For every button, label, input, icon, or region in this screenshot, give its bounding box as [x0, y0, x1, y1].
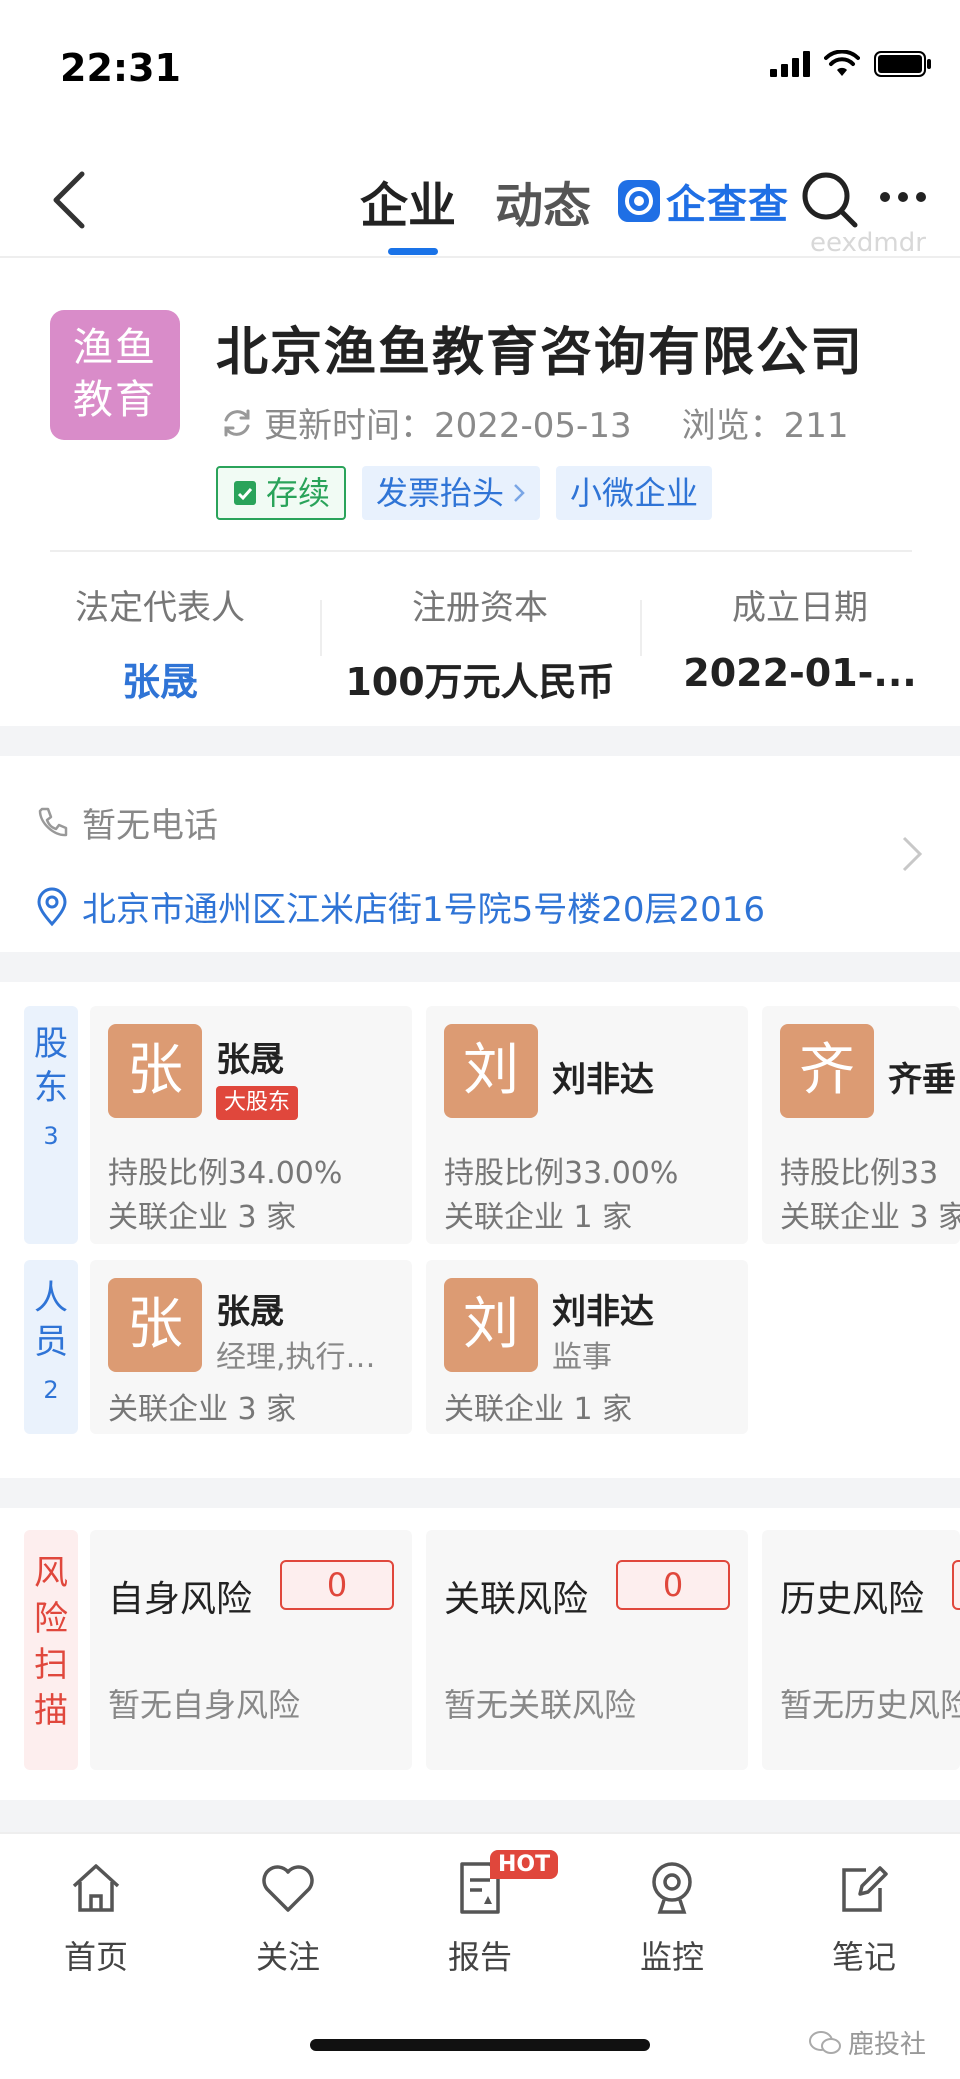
company-header: 渔鱼 教育 北京渔鱼教育咨询有限公司 更新时间：2022-05-13 浏览：21… — [0, 258, 960, 726]
location-pin-icon — [37, 887, 67, 926]
avatar: 张 — [108, 1278, 202, 1372]
company-stats: 法定代表人 张晟 注册资本 100万元人民币 成立日期 2022-01-... — [0, 568, 960, 704]
avatar: 张 — [108, 1024, 202, 1118]
tab-news[interactable]: 动态 — [495, 166, 591, 236]
nav-monitor[interactable]: 监控 — [612, 1858, 732, 1978]
risk-scan-section: 风 险 扫 描 自身风险 0 暂无自身风险 关联风险 0 暂无关联风险 历史风险… — [0, 1508, 960, 1788]
status-bar: 22:31 — [0, 0, 960, 140]
shareholder-name[interactable]: 齐垂 — [888, 1052, 956, 1101]
stat-registered-capital: 注册资本 100万元人民币 — [320, 568, 640, 704]
section-separator — [0, 1800, 960, 1832]
cellular-signal-icon — [770, 51, 810, 77]
personnel-card[interactable]: 刘 刘非达 监事 关联企业 1 家 — [426, 1260, 748, 1434]
brand-logo: 企查查 — [618, 172, 789, 230]
share-ratio: 持股比例33.00% — [444, 1156, 679, 1191]
address-text[interactable]: 北京市通州区江米店街1号院5号楼20层2016 — [82, 882, 765, 931]
status-icons — [770, 50, 932, 78]
wechat-watermark: 鹿投社 — [808, 2024, 926, 2061]
tab-enterprise[interactable]: 企业 — [360, 166, 456, 236]
status-time: 22:31 — [60, 46, 181, 90]
chevron-right-icon[interactable] — [900, 834, 924, 874]
small-business-tag: 小微企业 — [556, 466, 713, 520]
shareholders-side-label[interactable]: 股 东 3 — [24, 1006, 78, 1244]
home-icon — [72, 1864, 120, 1912]
personnel-side-label[interactable]: 人 员 2 — [24, 1260, 78, 1434]
section-separator — [0, 952, 960, 982]
nav-notes[interactable]: 笔记 — [804, 1858, 924, 1978]
shareholders-section: 股 东 3 张 张晟 大股东 持股比例34.00% 关联企业 3 家 刘 刘非达… — [0, 982, 960, 1452]
qcc-logo-icon — [618, 180, 660, 222]
avatar: 刘 — [444, 1024, 538, 1118]
shareholder-name[interactable]: 张晟 — [216, 1032, 284, 1081]
legal-rep-link[interactable]: 张晟 — [0, 651, 320, 706]
stat-legal-rep[interactable]: 法定代表人 张晟 — [0, 568, 320, 704]
watermark: eexdmdr — [810, 228, 926, 258]
more-icon[interactable] — [880, 192, 926, 202]
divider — [50, 550, 912, 552]
top-nav: 企业 动态 企查查 eexdmdr — [0, 140, 960, 258]
risk-card-history[interactable]: 历史风险 0 暂无历史风险 — [762, 1530, 960, 1770]
status-tag: 存续 — [216, 466, 347, 520]
refresh-icon — [224, 409, 250, 436]
company-logo: 渔鱼 教育 — [50, 310, 180, 440]
risk-card-self[interactable]: 自身风险 0 暂无自身风险 — [90, 1530, 412, 1770]
share-ratio: 持股比例34.00% — [108, 1156, 343, 1191]
section-separator — [0, 726, 960, 756]
home-indicator[interactable] — [310, 2039, 650, 2051]
status-doc-icon — [234, 481, 256, 505]
camera-monitor-icon — [652, 1862, 692, 1914]
risk-side-label[interactable]: 风 险 扫 描 — [24, 1530, 78, 1770]
avatar: 齐 — [780, 1024, 874, 1118]
related-companies[interactable]: 关联企业 3 家 — [780, 1192, 960, 1236]
active-tab-indicator — [388, 248, 438, 255]
wifi-icon — [824, 50, 860, 76]
invoice-title-tag[interactable]: 发票抬头 — [362, 466, 541, 520]
hot-badge: HOT — [490, 1850, 559, 1879]
battery-icon — [874, 51, 931, 77]
risk-card-related[interactable]: 关联风险 0 暂无关联风险 — [426, 1530, 748, 1770]
personnel-card[interactable]: 张 张晟 经理,执行董事 关联企业 3 家 — [90, 1260, 412, 1434]
address-row[interactable]: 北京市通州区江米店街1号院5号楼20层2016 — [34, 882, 765, 931]
major-shareholder-badge: 大股东 — [216, 1086, 299, 1120]
note-edit-icon — [842, 1866, 888, 1912]
related-companies[interactable]: 关联企业 1 家 — [444, 1384, 632, 1428]
share-ratio: 持股比例33 — [780, 1156, 939, 1191]
person-role: 经理,执行董事 — [216, 1340, 402, 1375]
contact-section[interactable]: 暂无电话 北京市通州区江米店街1号院5号楼20层2016 — [0, 756, 960, 952]
shareholder-card[interactable]: 张 张晟 大股东 持股比例34.00% 关联企业 3 家 — [90, 1006, 412, 1244]
avatar: 刘 — [444, 1278, 538, 1372]
related-companies[interactable]: 关联企业 3 家 — [108, 1384, 296, 1428]
heart-icon — [262, 1865, 314, 1912]
phone-icon — [38, 807, 68, 836]
back-chevron-icon[interactable] — [50, 170, 90, 230]
shareholder-card[interactable]: 刘 刘非达 持股比例33.00% 关联企业 1 家 — [426, 1006, 748, 1244]
company-name: 北京渔鱼教育咨询有限公司 — [216, 323, 865, 383]
company-tags: 存续 发票抬头 小微企业 — [216, 466, 713, 520]
person-name[interactable]: 刘非达 — [552, 1284, 654, 1333]
person-role: 监事 — [552, 1340, 612, 1375]
shareholder-name[interactable]: 刘非达 — [552, 1052, 654, 1101]
risk-count-badge: 0 — [280, 1560, 394, 1610]
nav-home[interactable]: 首页 — [36, 1858, 156, 1978]
risk-count-badge: 0 — [616, 1560, 730, 1610]
wechat-icon — [809, 2030, 841, 2054]
company-meta: 更新时间：2022-05-13 浏览：211 — [220, 398, 849, 447]
view-count: 浏览：211 — [681, 406, 849, 446]
shareholder-card[interactable]: 齐 齐垂 持股比例33 关联企业 3 家 — [762, 1006, 960, 1244]
nav-follow[interactable]: 关注 — [228, 1858, 348, 1978]
related-companies[interactable]: 关联企业 3 家 — [108, 1192, 296, 1236]
phone-row: 暂无电话 — [34, 798, 218, 847]
stat-founded-date: 成立日期 2022-01-... — [640, 568, 960, 698]
person-name[interactable]: 张晟 — [216, 1284, 284, 1333]
brand-name: 企查查 — [666, 182, 789, 228]
related-companies[interactable]: 关联企业 1 家 — [444, 1192, 632, 1236]
chevron-right-icon — [514, 484, 525, 502]
risk-count-badge: 0 — [952, 1560, 960, 1610]
section-separator — [0, 1478, 960, 1508]
update-time: 更新时间：2022-05-13 — [264, 406, 632, 446]
search-icon[interactable] — [800, 170, 860, 230]
